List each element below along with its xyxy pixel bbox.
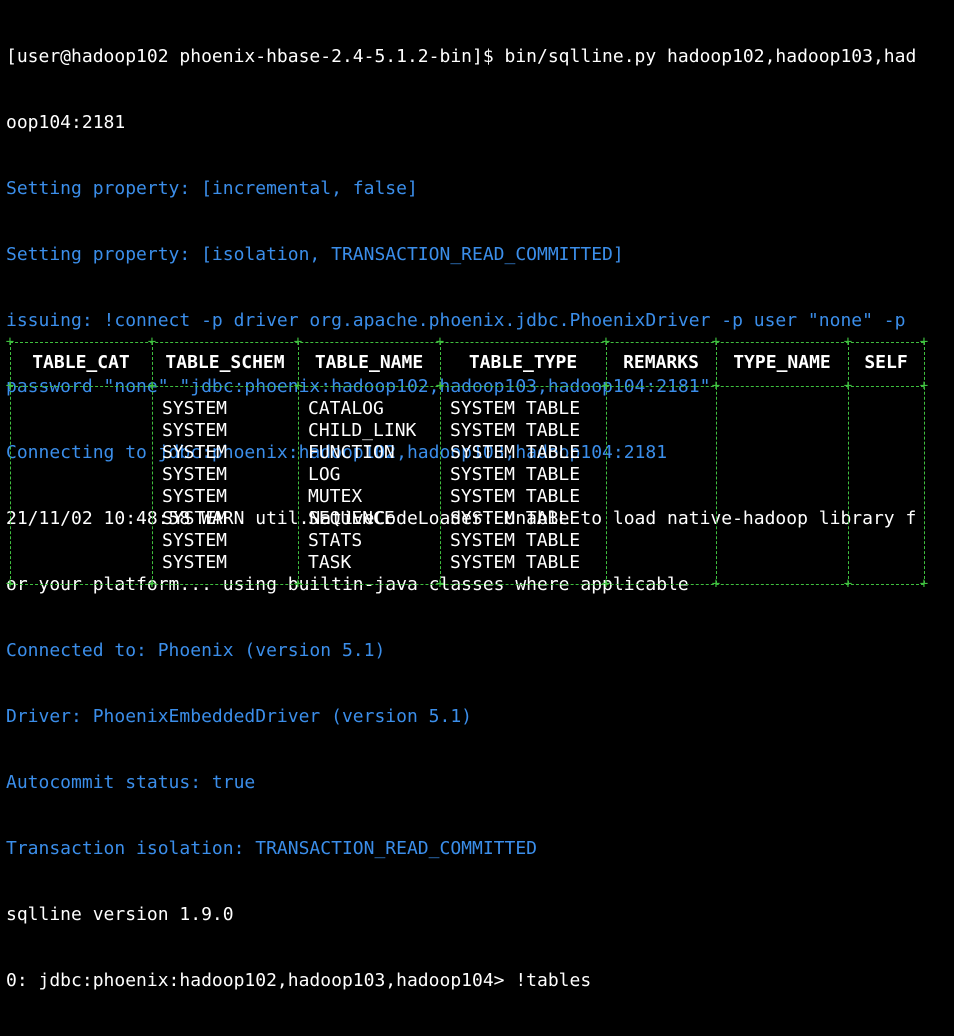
table-border-corner: +	[5, 378, 15, 394]
table-cell: SYSTEM	[162, 508, 228, 529]
table-cell: SYSTEM	[162, 442, 228, 463]
table-header-cell: REMARKS	[623, 352, 699, 373]
table-header-cell: TABLE_CAT	[32, 352, 130, 373]
table-border-corner: +	[919, 334, 929, 350]
table-border-corner: +	[147, 576, 157, 592]
terminal-window[interactable]: [user@hadoop102 phoenix-hbase-2.4-5.1.2-…	[0, 0, 954, 991]
table-border-corner: +	[919, 576, 929, 592]
table-cell: SYSTEM	[162, 486, 228, 507]
table-cell: SYSTEM	[162, 464, 228, 485]
table-border-corner: +	[5, 576, 15, 592]
table-border-corner: +	[843, 334, 853, 350]
table-border-corner: +	[435, 576, 445, 592]
table-border-corner: +	[147, 334, 157, 350]
table-cell: SEQUENCE	[308, 508, 395, 529]
table-cell: SYSTEM	[162, 420, 228, 441]
table-border-corner: +	[843, 378, 853, 394]
table-border-corner: +	[601, 378, 611, 394]
output-line: Driver: PhoenixEmbeddedDriver (version 5…	[6, 706, 472, 727]
output-line: sqlline version 1.9.0	[6, 904, 234, 925]
table-cell: SYSTEM	[162, 530, 228, 551]
table-cell: SYSTEM TABLE	[450, 486, 581, 507]
table-border-corner: +	[711, 334, 721, 350]
table-border-corner: +	[293, 576, 303, 592]
table-cell: SYSTEM TABLE	[450, 420, 581, 441]
output-line: issuing: !connect -p driver org.apache.p…	[6, 310, 906, 331]
output-line: Autocommit status: true	[6, 772, 256, 793]
command-prompt-line: 0: jdbc:phoenix:hadoop102,hadoop103,hado…	[6, 970, 592, 991]
table-border-corner: +	[293, 378, 303, 394]
table-cell: LOG	[308, 464, 341, 485]
table-cell: FUNCTION	[308, 442, 395, 463]
table-cell: SYSTEM TABLE	[450, 530, 581, 551]
table-border-corner: +	[435, 378, 445, 394]
table-border-corner: +	[5, 334, 15, 350]
output-line: [user@hadoop102 phoenix-hbase-2.4-5.1.2-…	[6, 46, 917, 67]
table-border-corner: +	[843, 576, 853, 592]
output-line: Setting property: [incremental, false]	[6, 178, 418, 199]
table-cell: SYSTEM TABLE	[450, 442, 581, 463]
table-cell: SYSTEM TABLE	[450, 398, 581, 419]
table-header-cell: TABLE_TYPE	[468, 352, 578, 373]
table-border-corner: +	[293, 334, 303, 350]
table-cell: CATALOG	[308, 398, 384, 419]
output-line: oop104:2181	[6, 112, 126, 133]
output-line: Setting property: [isolation, TRANSACTIO…	[6, 244, 624, 265]
table-cell: SYSTEM TABLE	[450, 552, 581, 573]
table-cell: STATS	[308, 530, 363, 551]
tables-result-grid: + + + + + + + + + + + + + + + + + + + + + + + + TABLE_CAT TABLE_S…	[6, 332, 928, 594]
table-border-corner: +	[711, 378, 721, 394]
table-header-cell: TYPE_NAME	[733, 352, 831, 373]
table-cell: SYSTEM	[162, 398, 228, 419]
output-line: Transaction isolation: TRANSACTION_READ_…	[6, 838, 538, 859]
table-cell: SYSTEM	[162, 552, 228, 573]
table-border-corner: +	[147, 378, 157, 394]
table-border-corner: +	[601, 576, 611, 592]
table-cell: TASK	[308, 552, 352, 573]
table-header-cell: SELF	[864, 352, 908, 373]
table-border-corner: +	[601, 334, 611, 350]
table-cell: SYSTEM TABLE	[450, 508, 581, 529]
table-border-corner: +	[919, 378, 929, 394]
table-header-cell: TABLE_NAME	[314, 352, 424, 373]
table-border-corner: +	[711, 576, 721, 592]
table-cell: CHILD_LINK	[308, 420, 417, 441]
table-cell: MUTEX	[308, 486, 363, 507]
output-line: Connected to: Phoenix (version 5.1)	[6, 640, 386, 661]
table-border-corner: +	[435, 334, 445, 350]
table-cell: SYSTEM TABLE	[450, 464, 581, 485]
table-header-cell: TABLE_SCHEM	[165, 352, 285, 373]
